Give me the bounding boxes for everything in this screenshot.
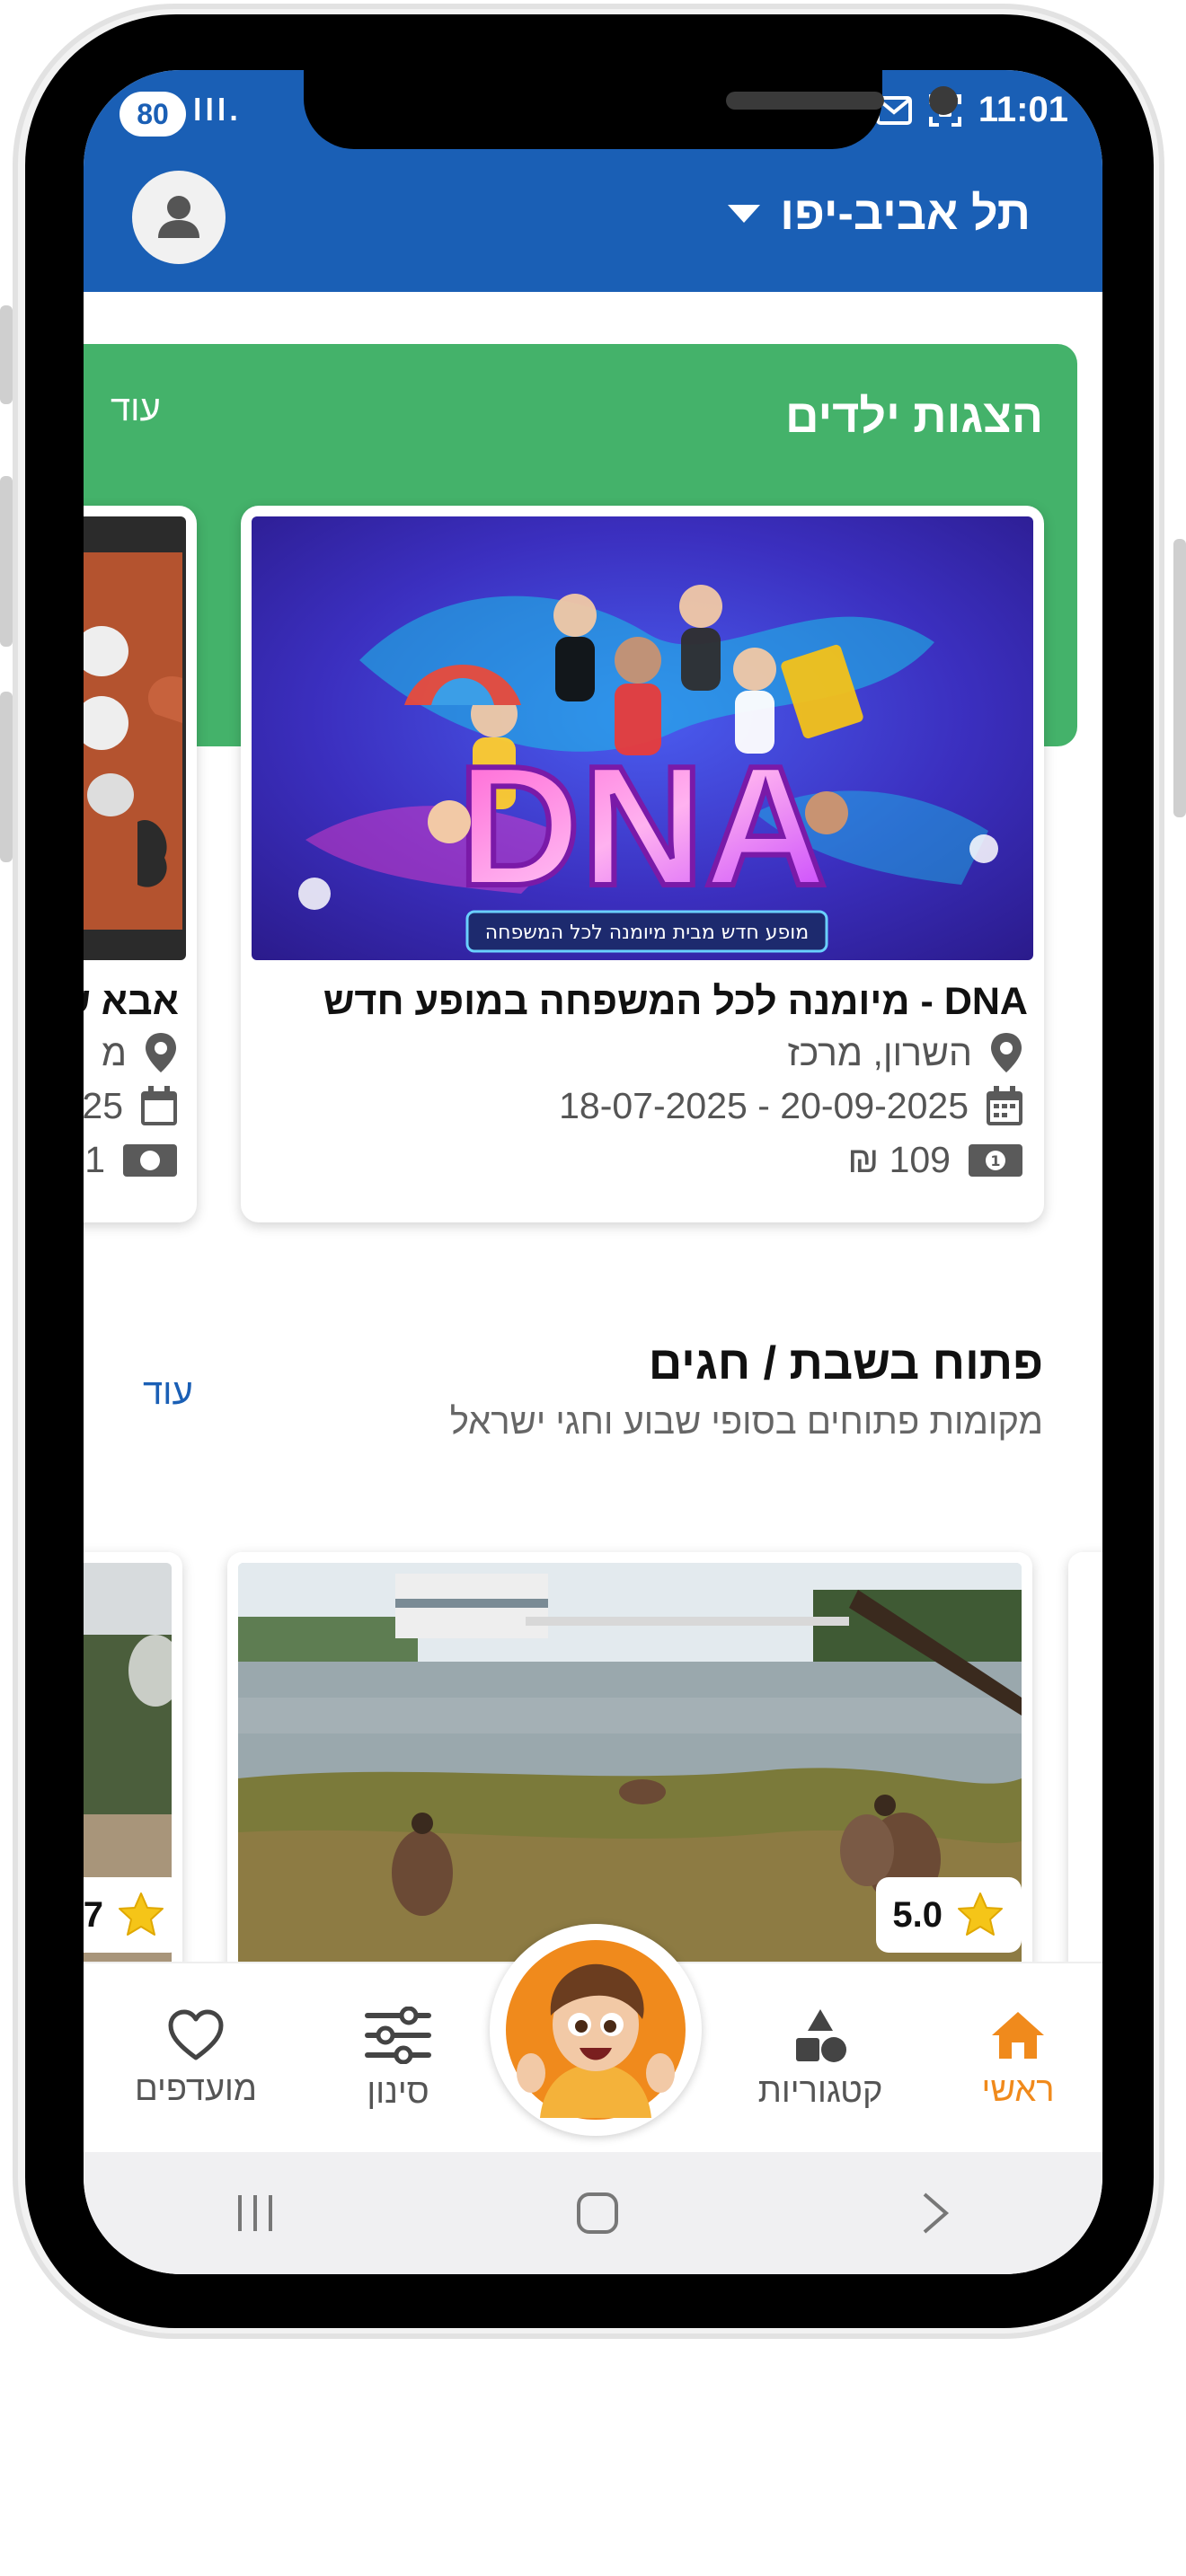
side-button [0, 305, 13, 404]
star-icon [958, 1892, 1003, 1936]
assistant-button[interactable] [490, 1924, 702, 2136]
nav-home[interactable]: ראשי [937, 1963, 1099, 2154]
section-subtitle: מקומות פתוחים בסופי שבוע וחגי ישראל [449, 1402, 1043, 1442]
home-icon [992, 2011, 1044, 2059]
heart-icon [168, 2009, 224, 2060]
card-title: DNA - מיומנה לכל המשפחה במופע חדש [323, 980, 1028, 1023]
rating-badge: 5.0 [876, 1877, 1022, 1953]
place-card[interactable] [1068, 1552, 1102, 2028]
place-card[interactable]: 4.7 [84, 1552, 182, 2028]
status-icons: 11:01 [875, 90, 1068, 130]
sliders-icon [365, 2006, 431, 2064]
status-badge: 80 [119, 92, 186, 137]
rating-value: 5.0 [892, 1894, 943, 1935]
dates-text: 18-07-2025 - 20-09-2025 [559, 1085, 969, 1126]
event-card[interactable]: אבא ש מ 25 1 [84, 506, 197, 1222]
card-title: אבא ש [84, 980, 179, 1023]
system-navigation-bar [84, 2152, 1102, 2274]
svg-text:DNA: DNA [457, 731, 828, 922]
poster-banner-text: מופע חדש מבית מיומנה לכל המשפחה [485, 922, 809, 944]
location-pin-icon [146, 1033, 176, 1072]
price-text: 109 ₪ [847, 1139, 951, 1180]
nav-favorites-label: מועדפים [134, 2069, 258, 2108]
money-icon: 1 [969, 1143, 1022, 1177]
money-icon [123, 1143, 177, 1177]
dates-row: 18-07-2025 - 20-09-2025 [559, 1085, 1024, 1127]
app-header: 80 lll. 11:01 תל אביב-יפו [84, 70, 1102, 292]
home-button-icon[interactable] [575, 2191, 620, 2236]
location-text: השרון, מרכז [787, 1031, 972, 1073]
price-text: 1 [84, 1139, 105, 1180]
city-dropdown[interactable]: תל אביב-יפו [728, 187, 1031, 241]
nav-favorites[interactable]: מועדפים [102, 1963, 290, 2154]
calendar-icon [141, 1085, 177, 1125]
price-row: 1 109 ₪ [847, 1139, 1024, 1181]
section-title: פתוח בשבת / חגים [648, 1337, 1043, 1389]
calendar-icon [987, 1085, 1022, 1125]
chevron-down-icon [728, 205, 761, 223]
status-time: 11:01 [978, 90, 1068, 129]
location-row: מ [102, 1031, 179, 1074]
signal-icon: lll. [193, 93, 242, 128]
mascot-avatar-icon [506, 1940, 686, 2120]
rating-value: 4.7 [84, 1894, 103, 1935]
dates-text: 25 [84, 1085, 123, 1126]
rating-badge: 4.7 [84, 1877, 182, 1953]
side-button [1173, 539, 1186, 817]
section-title: הצגות ילדים [785, 391, 1043, 443]
profile-button[interactable] [132, 171, 226, 264]
price-row: 1 [84, 1139, 179, 1181]
nav-filter[interactable]: סינון [308, 1963, 488, 2154]
recent-apps-icon[interactable] [233, 2192, 278, 2235]
user-icon [158, 196, 199, 238]
nav-categories[interactable]: קטגוריות [721, 1963, 919, 2154]
camera-notch [304, 70, 958, 149]
nav-categories-label: קטגוריות [757, 2071, 883, 2110]
city-label: תל אביב-יפו [780, 188, 1031, 240]
more-link[interactable]: עוד [143, 1372, 193, 1413]
star-icon [119, 1892, 164, 1936]
app-screen: 80 lll. 11:01 תל אביב-יפו הצגות ילדים עו… [84, 70, 1102, 2274]
side-button [0, 476, 13, 647]
shapes-icon [796, 2008, 846, 2062]
event-poster [84, 516, 186, 960]
nav-home-label: ראשי [981, 2070, 1055, 2109]
svg-text:1: 1 [990, 1152, 1000, 1169]
event-poster: DNA מופע חדש מבית מיומנה לכל המשפחה [252, 516, 1033, 960]
location-row: השרון, מרכז [787, 1031, 1024, 1074]
location-pin-icon [991, 1033, 1022, 1072]
location-text: מ [101, 1031, 127, 1073]
nav-filter-label: סינון [367, 2072, 429, 2111]
speaker-icon [726, 92, 884, 110]
side-button [0, 692, 13, 862]
more-link[interactable]: עוד [111, 389, 161, 429]
back-icon[interactable] [917, 2191, 953, 2236]
dates-row: 25 [84, 1085, 179, 1127]
camera-icon [929, 86, 958, 115]
event-card[interactable]: DNA מופע חדש מבית מיומנה לכל המשפחה DNA … [241, 506, 1044, 1222]
